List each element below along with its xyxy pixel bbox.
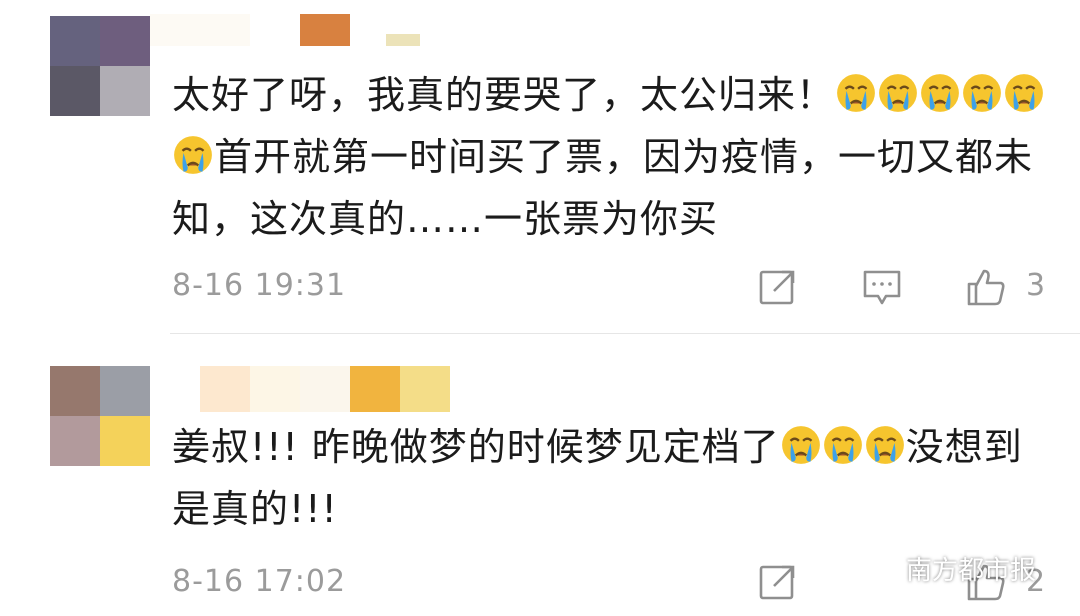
username-blurred[interactable]: [150, 14, 420, 46]
avatar-pixel: [50, 16, 100, 66]
like-count: 3: [1026, 268, 1046, 303]
avatar-pixel: [100, 416, 150, 466]
crying-face-icon: [781, 426, 820, 464]
watermark: 南方都市报: [862, 548, 1036, 588]
comment-text: 姜叔!!! 昨晚做梦的时候梦见定档了 没想到是真的!!!: [172, 416, 1052, 540]
blur-block: [350, 14, 386, 46]
blur-block: [250, 366, 300, 412]
comment-time: 8-16 17:02: [172, 564, 347, 599]
avatar-pixel: [50, 366, 100, 416]
blur-block: [300, 14, 350, 46]
avatar-pixel: [100, 66, 150, 116]
emoji-run: [780, 425, 906, 469]
blur-block: [350, 366, 400, 412]
crying-face-icon: [174, 136, 212, 174]
comment-icon[interactable]: [862, 267, 902, 307]
comment-text-part: 太好了呀，我真的要哭了，太公归来！: [172, 73, 836, 117]
crying-face-icon: [823, 426, 862, 464]
avatar-pixel: [50, 66, 100, 116]
avatar[interactable]: [50, 16, 150, 116]
share-icon[interactable]: [758, 562, 798, 602]
comment-text-part: 姜叔!!! 昨晚做梦的时候梦见定档了: [172, 425, 780, 469]
blur-block: [150, 14, 250, 46]
blur-block: [400, 366, 450, 412]
blur-block: [300, 366, 350, 412]
comment-item: 太好了呀，我真的要哭了，太公归来！ 首开就第一时间买了票，因为疫情，一切又都未知，…: [0, 0, 1080, 334]
crying-face-icon: [963, 74, 1001, 112]
crying-face-icon: [1005, 74, 1043, 112]
blur-block: [250, 14, 300, 46]
avatar-pixel: [50, 416, 100, 466]
share-icon[interactable]: [758, 267, 798, 307]
comment-text-part: 首开就第一时间买了票，因为疫情，一切又都未知，这次真的……一张票为你买: [172, 135, 1034, 241]
crying-face-icon: [921, 74, 959, 112]
blur-block: [386, 34, 420, 46]
username-blurred[interactable]: [200, 366, 450, 412]
wechat-icon: [862, 552, 900, 582]
comment-text: 太好了呀，我真的要哭了，太公归来！ 首开就第一时间买了票，因为疫情，一切又都未知，…: [172, 64, 1052, 250]
thumbs-up-icon[interactable]: [966, 267, 1006, 307]
crying-face-icon: [865, 426, 904, 464]
crying-face-icon: [879, 74, 917, 112]
watermark-text: 南方都市报: [906, 555, 1037, 586]
avatar[interactable]: [50, 366, 150, 466]
divider: [170, 333, 1080, 334]
comment-time: 8-16 19:31: [172, 268, 347, 303]
avatar-pixel: [100, 16, 150, 66]
avatar-pixel: [100, 366, 150, 416]
crying-face-icon: [837, 74, 875, 112]
blur-block: [200, 366, 250, 412]
